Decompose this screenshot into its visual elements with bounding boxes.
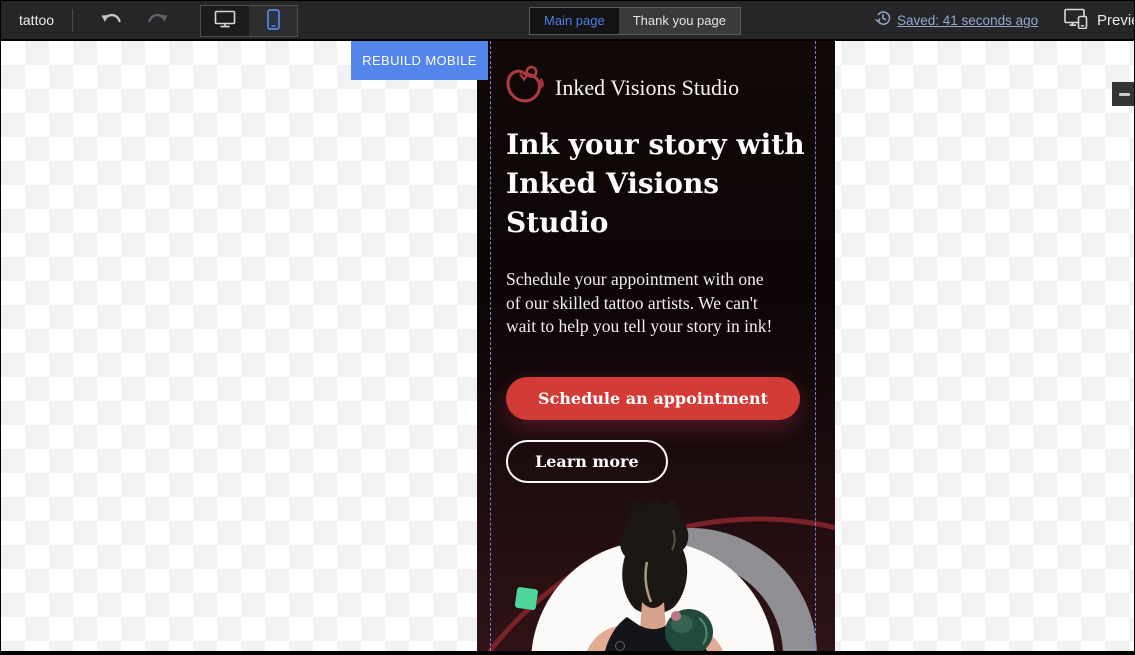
desktop-view-button[interactable] <box>201 6 249 36</box>
undo-icon <box>100 11 124 31</box>
selection-border-right <box>815 41 816 651</box>
frame-border-left <box>0 0 1 655</box>
selection-border-left <box>490 41 491 651</box>
frame-border-bottom <box>0 651 1135 655</box>
editor-canvas[interactable]: REBUILD MOBILE Inked Visions Studio Ink … <box>1 41 1134 651</box>
learn-more-button[interactable]: Learn more <box>506 440 668 483</box>
saved-status-text: Saved: 41 seconds ago <box>897 13 1038 28</box>
project-name[interactable]: tattoo <box>19 1 54 39</box>
hero-description[interactable]: Schedule your appointment with one of ou… <box>506 268 826 339</box>
page-tabs: Main page Thank you page <box>529 7 741 35</box>
editor-window: tattoo <box>0 0 1135 655</box>
preview-monitor-icon <box>1064 8 1089 34</box>
brand-name: Inked Visions Studio <box>555 75 739 101</box>
tab-main-page[interactable]: Main page <box>530 8 619 34</box>
preview-button[interactable]: Preview <box>1064 1 1135 40</box>
hero-heading[interactable]: Ink your story with Inked Visions Studio <box>506 125 816 242</box>
brand-logo-icon <box>504 65 546 110</box>
undo-button[interactable] <box>97 10 127 32</box>
schedule-appointment-button[interactable]: Schedule an appointment <box>506 377 800 420</box>
brand-logo-row[interactable]: Inked Visions Studio <box>504 65 739 110</box>
frame-border-top <box>0 0 1135 1</box>
desktop-icon <box>214 10 236 32</box>
hero-image <box>477 500 835 651</box>
rebuild-mobile-button[interactable]: REBUILD MOBILE <box>351 41 488 80</box>
redo-icon <box>145 11 169 31</box>
mint-square-shape <box>515 587 539 611</box>
clock-history-icon <box>875 10 891 31</box>
tab-thank-you-page[interactable]: Thank you page <box>619 8 740 34</box>
zoom-out-button[interactable] <box>1112 82 1135 106</box>
mobile-page-viewport[interactable]: Inked Visions Studio Ink your story with… <box>477 41 835 651</box>
minus-icon <box>1119 93 1130 96</box>
redo-button[interactable] <box>142 10 172 32</box>
device-toggle <box>200 5 298 37</box>
saved-status-link[interactable]: Saved: 41 seconds ago <box>875 1 1038 40</box>
mobile-icon <box>267 9 280 33</box>
toolbar-divider <box>72 9 73 32</box>
mobile-view-button[interactable] <box>249 6 297 36</box>
preview-label: Preview <box>1097 12 1135 29</box>
top-toolbar: tattoo <box>1 1 1134 40</box>
